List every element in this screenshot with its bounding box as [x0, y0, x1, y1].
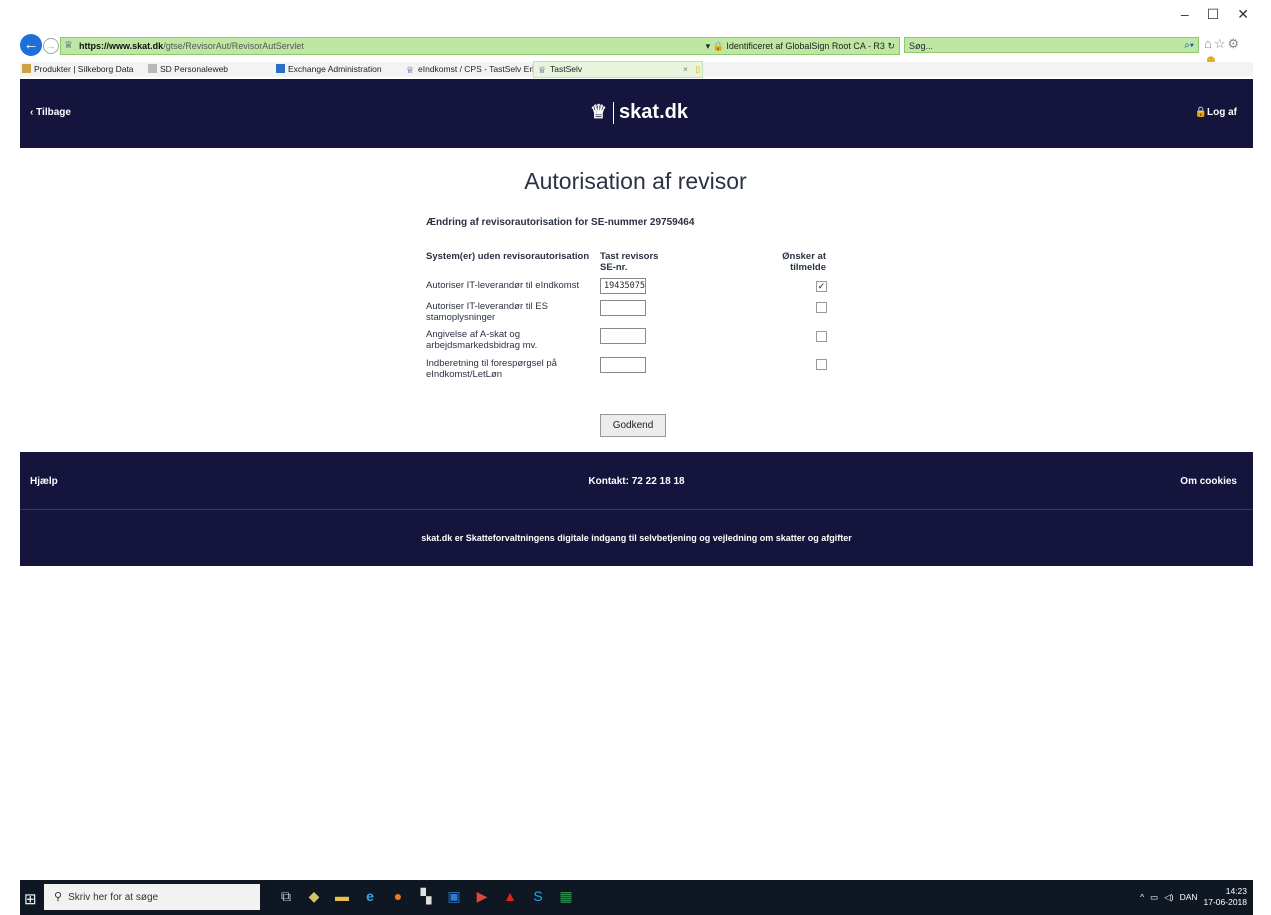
row-label-eindkomst: Autoriser IT-leverandør til eIndkomst — [426, 280, 580, 291]
outlook-icon[interactable]: ▣ — [446, 888, 462, 905]
enroll-checkbox-eindkomst[interactable]: ✓ — [816, 281, 827, 292]
subtitle: Ændring af revisorautorisation for SE-nu… — [426, 217, 695, 228]
se-number-input-letlon[interactable] — [600, 357, 646, 373]
crown-icon: ♕ — [406, 65, 415, 75]
search-icon: ⚲ — [54, 891, 63, 903]
close-tab-icon[interactable]: × — [683, 62, 688, 77]
taskbar-search-input[interactable]: ⚲ Skriv her for at søge — [44, 884, 260, 910]
browser-back-button[interactable]: ← — [20, 34, 42, 56]
address-bar[interactable]: ♕ https://www.skat.dk/gtse/RevisorAut/Re… — [60, 37, 900, 55]
internet-explorer-icon[interactable]: e — [362, 888, 378, 905]
column-header-system: System(er) uden revisorautorisation — [426, 251, 590, 262]
crown-icon: ♕ — [538, 65, 547, 75]
lock-icon: 🔒 — [1194, 107, 1207, 118]
language-indicator[interactable]: DAN — [1180, 892, 1198, 902]
favorite-item[interactable]: SD Personaleweb — [148, 62, 228, 77]
favorite-item[interactable]: Produkter | Silkeborg Data — [22, 62, 134, 77]
skype-icon[interactable]: S — [530, 888, 546, 905]
column-header-se-number: Tast revisors SE-nr. — [600, 251, 659, 273]
favorites-bar: Produkter | Silkeborg Data SD Personalew… — [20, 61, 1253, 78]
taskbar-apps: ⧉ ◆ ▬ e ● ▚ ▣ ▶ ▲ S ▦ — [278, 888, 574, 905]
site-footer: Hjælp Kontakt: 72 22 18 18 Om cookies sk… — [20, 452, 1253, 566]
se-number-input-a-skat[interactable] — [600, 328, 646, 344]
page-title: Autorisation af revisor — [524, 168, 747, 194]
contact-info: Kontakt: 72 22 18 18 — [588, 476, 685, 487]
site-favicon-icon: ♕ — [64, 40, 73, 51]
app-icon[interactable]: ▶ — [474, 888, 490, 905]
star-icon[interactable]: ☆ — [1214, 36, 1228, 51]
enroll-checkbox-a-skat[interactable] — [816, 331, 827, 342]
clock[interactable]: 14:23 17-06-2018 — [1204, 886, 1247, 908]
app-icon[interactable]: ◆ — [306, 888, 322, 905]
search-icon[interactable]: ⌕▾ — [1184, 38, 1194, 54]
site-header: ‹ Tilbage ♕ skat.dk 🔒Log af — [20, 79, 1253, 148]
browser-forward-button[interactable]: → — [43, 38, 59, 54]
browser-search-input[interactable]: Søg... ⌕▾ — [904, 37, 1199, 53]
logo-divider — [613, 101, 615, 124]
row-label-es: Autoriser IT-leverandør til ES stamoplysn… — [426, 301, 548, 323]
app-icon[interactable]: ▚ — [418, 888, 434, 905]
window-controls: – ☐ ✕ — [1181, 6, 1249, 23]
file-explorer-icon[interactable]: ▬ — [334, 888, 350, 905]
address-row: ← → ♕ https://www.skat.dk/gtse/RevisorAu… — [20, 34, 1253, 67]
taskbar: ⊞ ⚲ Skriv her for at søge ⧉ ◆ ▬ e ● ▚ ▣ ▶… — [20, 880, 1253, 915]
task-view-icon[interactable]: ⧉ — [278, 888, 294, 905]
se-number-input-es[interactable] — [600, 300, 646, 316]
logout-link[interactable]: 🔒Log af — [1195, 107, 1237, 118]
windows-start-icon[interactable]: ⊞ — [24, 890, 37, 908]
home-icon[interactable]: ⌂ — [1204, 36, 1214, 51]
favorite-item[interactable]: Exchange Administration — [276, 62, 382, 77]
acrobat-icon[interactable]: ▲ — [502, 888, 518, 905]
minimize-button[interactable]: – — [1181, 6, 1189, 23]
crown-icon: ♕ — [590, 102, 608, 123]
page-icon — [148, 64, 157, 73]
url-text: https://www.skat.dk/gtse/RevisorAut/Revi… — [79, 41, 304, 51]
excel-icon[interactable]: ▦ — [558, 888, 574, 905]
footer-divider — [20, 509, 1253, 510]
row-label-letlon: Indberetning til forespørgsel på eIndkoms… — [426, 358, 557, 380]
enroll-checkbox-es[interactable] — [816, 302, 827, 313]
enroll-checkbox-letlon[interactable] — [816, 359, 827, 370]
maximize-button[interactable]: ☐ — [1207, 6, 1220, 23]
cookies-link[interactable]: Om cookies — [1180, 476, 1237, 487]
speaker-icon[interactable]: ◁) — [1164, 892, 1173, 903]
se-number-input-eindkomst[interactable]: 19435075 — [600, 278, 646, 294]
gear-icon[interactable]: ⚙ — [1228, 36, 1242, 51]
tab-eindkomst[interactable]: ♕ eIndkomst / CPS - TastSelv Erh... — [406, 62, 544, 77]
column-header-enroll: Ønsker at tilmelde — [782, 251, 826, 273]
network-icon[interactable]: ▭ — [1150, 892, 1158, 903]
godkend-button[interactable]: Godkend — [600, 414, 666, 437]
back-link[interactable]: ‹ Tilbage — [30, 107, 71, 118]
firefox-icon[interactable]: ● — [390, 888, 406, 905]
system-tray: ^ ▭ ◁) DAN 14:23 17-06-2018 — [1140, 886, 1247, 908]
chevron-up-icon[interactable]: ^ — [1140, 892, 1144, 902]
identity-indicator[interactable]: ▾ 🔒 Identificeret af GlobalSign Root CA … — [706, 38, 895, 54]
skat-logo[interactable]: ♕ skat.dk — [590, 101, 688, 124]
exchange-icon — [276, 64, 285, 73]
new-tab-icon[interactable]: ▯ — [695, 62, 700, 77]
row-label-a-skat: Angivelse af A-skat og arbejdsmarkedsbidr… — [426, 329, 538, 351]
footer-description: skat.dk er Skatteforvaltningens digitale… — [421, 533, 852, 543]
close-button[interactable]: ✕ — [1237, 6, 1249, 23]
page-icon — [22, 64, 31, 73]
tab-tastselv[interactable]: ♕ TastSelv × ▯ — [533, 61, 703, 78]
